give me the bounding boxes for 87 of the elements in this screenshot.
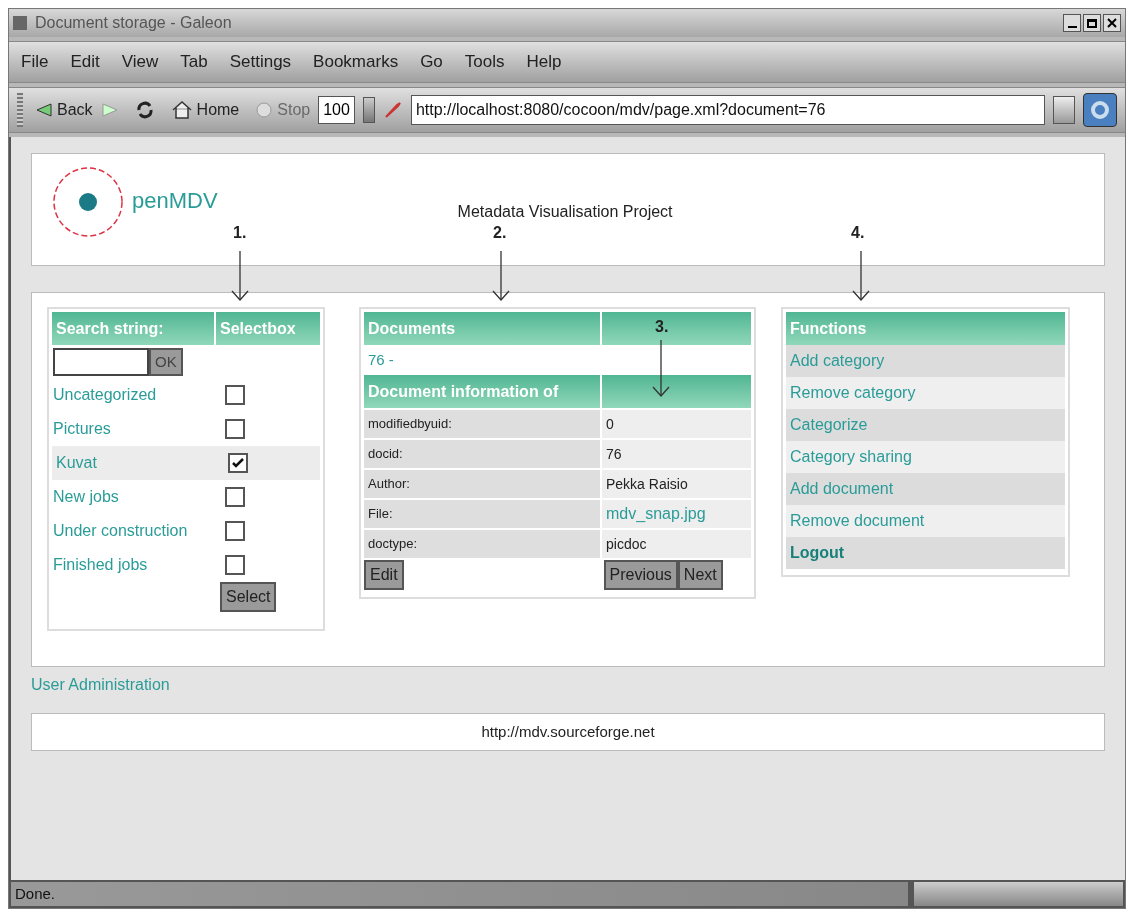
checkmark-icon [232, 458, 244, 468]
category-row[interactable]: Uncategorized [52, 378, 320, 412]
annotation-number: 1. [233, 223, 247, 243]
minimize-icon[interactable] [1063, 14, 1081, 32]
annotation-number: 2. [493, 223, 507, 243]
menu-item[interactable]: Settings [229, 49, 292, 75]
column-header: Search string: [52, 312, 216, 345]
back-arrow-icon [35, 102, 53, 118]
reload-icon[interactable] [134, 100, 155, 120]
function-link[interactable]: Remove category [786, 377, 1065, 409]
field-label: Author: [364, 470, 602, 498]
category-row[interactable]: Pictures [52, 412, 320, 446]
category-link[interactable]: Uncategorized [52, 383, 222, 407]
function-link[interactable]: Remove document [786, 505, 1065, 537]
url-field[interactable]: http://localhost:8080/cocoon/mdv/page.xml?document=76 [410, 95, 1045, 125]
menu-item[interactable]: Bookmarks [313, 49, 399, 75]
status-text: Done. [9, 880, 910, 908]
checkbox[interactable] [225, 521, 245, 541]
ok-button[interactable]: OK [149, 348, 183, 376]
field-label: modifiedbyuid: [364, 410, 602, 438]
zoom-field[interactable]: 100 [318, 96, 355, 124]
field-label: docid: [364, 440, 602, 468]
maximize-icon[interactable] [1083, 14, 1101, 32]
edit-button[interactable]: Edit [364, 560, 404, 590]
field-label: File: [364, 500, 602, 528]
function-link[interactable]: Categorize [786, 409, 1065, 441]
go-icon[interactable] [1053, 96, 1075, 124]
category-row[interactable]: Kuvat [52, 446, 320, 480]
checkbox[interactable] [228, 453, 248, 473]
category-link[interactable]: Kuvat [52, 451, 222, 475]
arrow [491, 251, 511, 301]
arrow [230, 251, 250, 301]
menu-item[interactable]: Tab [180, 49, 208, 75]
arrow [851, 251, 871, 301]
category-link[interactable]: Finished jobs [52, 553, 222, 577]
logo-text: penMDV [132, 186, 218, 215]
menu-item[interactable]: File [21, 49, 49, 75]
select-button[interactable]: Select [220, 582, 277, 612]
section-header: Document information of [364, 375, 602, 408]
function-link[interactable]: Category sharing [786, 441, 1065, 473]
field-value[interactable]: mdv_snap.jpg [602, 500, 751, 528]
category-link[interactable]: Pictures [52, 417, 222, 441]
category-row[interactable]: Finished jobs [52, 548, 320, 582]
stop-icon [255, 101, 274, 119]
menu-item[interactable]: Go [420, 49, 443, 75]
checkbox[interactable] [225, 487, 245, 507]
checkbox[interactable] [225, 419, 245, 439]
annotation-number: 3. [655, 317, 669, 337]
document-link[interactable]: 76 - [368, 348, 394, 372]
back-button[interactable]: Back [35, 98, 93, 122]
menu-item[interactable]: Edit [70, 49, 100, 75]
function-link[interactable]: Logout [786, 537, 1065, 569]
user-administration-link[interactable]: User Administration [31, 673, 1105, 697]
zoom-spinner-icon[interactable] [362, 97, 375, 123]
close-icon[interactable] [1103, 14, 1121, 32]
field-value: picdoc [602, 530, 751, 558]
toolbar-grip[interactable] [17, 93, 23, 127]
field-value: 0 [602, 410, 751, 438]
checkbox[interactable] [225, 555, 245, 575]
category-link[interactable]: New jobs [52, 485, 222, 509]
field-value: Pekka Raisio [602, 470, 751, 498]
footer-url: http://mdv.sourceforge.net [481, 721, 655, 742]
house-icon [170, 100, 193, 120]
site-subtitle: Metadata Visualisation Project [457, 202, 673, 222]
function-link[interactable]: Add category [786, 345, 1065, 377]
category-row[interactable]: Under construction [52, 514, 320, 548]
arrow [651, 340, 671, 397]
menu-item[interactable]: Help [526, 49, 562, 75]
throbber-icon [1083, 93, 1117, 127]
next-button[interactable]: Next [677, 560, 723, 590]
home-button[interactable]: Home [170, 98, 240, 122]
function-link[interactable]: Add document [786, 473, 1065, 505]
panel-header: Functions [786, 312, 1065, 345]
annotation-number: 4. [851, 223, 865, 243]
field-label: doctype: [364, 530, 602, 558]
search-field[interactable] [53, 348, 149, 376]
stop-button[interactable]: Stop [255, 98, 311, 122]
window-title: Document storage - Galeon [35, 13, 232, 33]
menu-item[interactable]: Tools [464, 49, 505, 75]
category-link[interactable]: Under construction [52, 519, 222, 543]
column-header: Documents [364, 312, 602, 345]
previous-button[interactable]: Previous [603, 560, 678, 590]
menu-item[interactable]: View [121, 49, 159, 75]
column-header: Selectbox [216, 312, 320, 345]
category-row[interactable]: New jobs [52, 480, 320, 514]
checkbox[interactable] [225, 385, 245, 405]
field-value: 76 [602, 440, 751, 468]
